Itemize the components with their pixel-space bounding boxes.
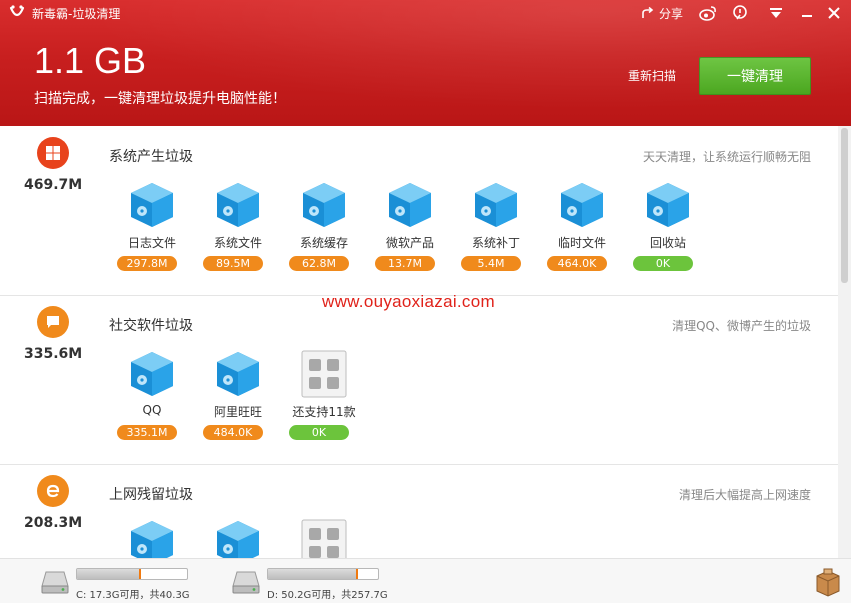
item-size-badge: 484.0K bbox=[203, 425, 263, 440]
disk-usage-fill bbox=[268, 569, 358, 579]
title-bar[interactable]: 新毒霸-垃圾清理 分享 bbox=[0, 0, 851, 26]
item-microsoft-products[interactable]: 微软产品 13.7M bbox=[375, 181, 445, 273]
window-title: 新毒霸-垃圾清理 bbox=[32, 7, 121, 21]
app-grid-icon bbox=[301, 350, 347, 398]
weibo-icon bbox=[699, 6, 716, 21]
cube-icon bbox=[217, 352, 259, 396]
cube-icon bbox=[131, 521, 173, 558]
vertical-scrollbar[interactable] bbox=[838, 126, 851, 558]
menu-dropdown-icon bbox=[770, 8, 782, 18]
item-label: 阿里旺旺 bbox=[213, 405, 262, 419]
section-system-junk: 469.7M 系统产生垃圾 天天清理，让系统运行顺畅无阻 日志文件 297.8M… bbox=[0, 126, 838, 296]
watermark-text: www.ouyaoxiazai.com bbox=[322, 292, 495, 311]
disk-usage-marker bbox=[356, 569, 359, 579]
section-social-software-junk: 335.6M 社交软件垃圾 清理QQ、微博产生的垃圾 QQ 335.1M 阿里旺… bbox=[0, 295, 838, 465]
cube-icon bbox=[647, 183, 689, 227]
item-label: 系统文件 bbox=[213, 236, 262, 250]
item-log-files[interactable]: 日志文件 297.8M bbox=[117, 181, 187, 273]
disk-usage-marker bbox=[138, 569, 141, 579]
cube-icon bbox=[131, 183, 173, 227]
feedback-icon bbox=[733, 5, 747, 20]
item-label: 系统补丁 bbox=[471, 236, 520, 250]
disk-status-bar: C: 17.3G可用，共40.3G D: 50.2G可用，共257.7G bbox=[0, 558, 851, 603]
item-size-badge: 62.8M bbox=[289, 256, 349, 271]
item-qq[interactable]: QQ 335.1M bbox=[117, 350, 187, 442]
disk-usage-bar bbox=[76, 568, 188, 580]
item-recycle-bin[interactable]: 回收站 0K bbox=[633, 181, 703, 273]
junk-list-panel[interactable]: 469.7M 系统产生垃圾 天天清理，让系统运行顺畅无阻 日志文件 297.8M… bbox=[0, 126, 851, 558]
item-label: 日志文件 bbox=[127, 236, 176, 250]
close-icon bbox=[828, 7, 840, 19]
rescan-link[interactable]: 重新扫描 bbox=[628, 67, 676, 84]
close-button[interactable] bbox=[824, 4, 844, 22]
item-browser-cookies[interactable] bbox=[203, 519, 273, 558]
cube-icon bbox=[561, 183, 603, 227]
item-label: 回收站 bbox=[649, 236, 686, 250]
cube-icon bbox=[217, 183, 259, 227]
header-banner: 新毒霸-垃圾清理 分享 1.1 GB 扫描完成，一键清理垃圾提升电脑性能！ 重新… bbox=[0, 0, 851, 126]
cube-icon bbox=[475, 183, 517, 227]
item-label: 系统缓存 bbox=[299, 236, 348, 250]
section-description: 清理QQ、微博产生的垃圾 bbox=[672, 319, 811, 333]
item-label: QQ bbox=[142, 403, 162, 417]
share-button[interactable]: 分享 bbox=[641, 4, 683, 22]
disk-usage-fill bbox=[77, 569, 140, 579]
section-title: 上网残留垃圾 bbox=[109, 487, 193, 503]
section-title: 社交软件垃圾 bbox=[109, 318, 193, 334]
section-web-residue-junk: 208.3M 上网残留垃圾 清理后大幅提高上网速度 bbox=[0, 464, 838, 558]
weibo-button[interactable] bbox=[697, 4, 719, 22]
one-click-clean-button[interactable]: 一键清理 bbox=[699, 57, 811, 95]
chat-icon bbox=[37, 306, 69, 338]
feedback-button[interactable] bbox=[730, 4, 750, 22]
app-grid-icon bbox=[301, 519, 347, 558]
section-size: 335.6M bbox=[24, 346, 83, 362]
share-icon bbox=[642, 6, 654, 18]
hard-drive-icon bbox=[41, 571, 69, 594]
item-size-badge: 297.8M bbox=[117, 256, 177, 271]
item-size-badge: 89.5M bbox=[203, 256, 263, 271]
section-size: 469.7M bbox=[24, 177, 83, 193]
disk-usage-bar bbox=[267, 568, 379, 580]
item-size-badge: 0K bbox=[633, 256, 693, 271]
minimize-icon bbox=[802, 15, 812, 17]
item-label: 临时文件 bbox=[557, 236, 606, 250]
toolbox-icon[interactable] bbox=[814, 567, 842, 597]
item-label: 微软产品 bbox=[385, 236, 434, 250]
disk-space-label: C: 17.3G可用，共40.3G bbox=[76, 590, 190, 601]
item-browser-cache[interactable] bbox=[117, 519, 187, 558]
cube-icon bbox=[131, 352, 173, 396]
windows-icon bbox=[37, 137, 69, 169]
item-size-badge: 13.7M bbox=[375, 256, 435, 271]
section-title: 系统产生垃圾 bbox=[109, 149, 193, 165]
item-system-patches[interactable]: 系统补丁 5.4M bbox=[461, 181, 531, 273]
item-more-browsers[interactable] bbox=[289, 519, 359, 558]
menu-button[interactable] bbox=[766, 4, 786, 22]
browser-ie-icon bbox=[37, 475, 69, 507]
cube-icon bbox=[389, 183, 431, 227]
section-description: 清理后大幅提高上网速度 bbox=[678, 488, 811, 502]
item-size-badge: 0K bbox=[289, 425, 349, 440]
item-more-supported[interactable]: 还支持11款 0K bbox=[289, 350, 359, 442]
item-temp-files[interactable]: 临时文件 464.0K bbox=[547, 181, 617, 273]
item-size-badge: 335.1M bbox=[117, 425, 177, 440]
scan-complete-message: 扫描完成，一键清理垃圾提升电脑性能！ bbox=[34, 91, 286, 107]
disk-space-label: D: 50.2G可用，共257.7G bbox=[267, 590, 388, 601]
cube-icon bbox=[217, 521, 259, 558]
share-label: 分享 bbox=[659, 6, 684, 21]
section-description: 天天清理，让系统运行顺畅无阻 bbox=[642, 150, 811, 164]
item-size-badge: 5.4M bbox=[461, 256, 521, 271]
app-logo-icon bbox=[9, 5, 25, 17]
item-label: 还支持11款 bbox=[292, 405, 356, 419]
cube-icon bbox=[303, 183, 345, 227]
item-size-badge: 464.0K bbox=[547, 256, 607, 271]
scrollbar-thumb[interactable] bbox=[841, 128, 848, 283]
section-size: 208.3M bbox=[24, 515, 83, 531]
item-system-files[interactable]: 系统文件 89.5M bbox=[203, 181, 273, 273]
item-system-cache[interactable]: 系统缓存 62.8M bbox=[289, 181, 359, 273]
hard-drive-icon bbox=[232, 571, 260, 594]
total-junk-size: 1.1 GB bbox=[34, 40, 147, 81]
minimize-button[interactable] bbox=[797, 4, 817, 22]
item-aliwangwang[interactable]: 阿里旺旺 484.0K bbox=[203, 350, 273, 442]
